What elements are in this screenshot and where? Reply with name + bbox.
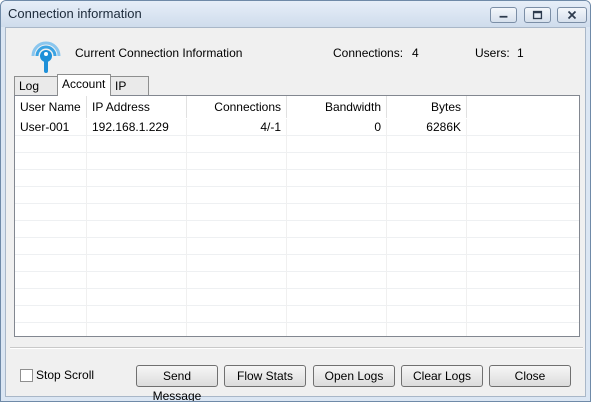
wireless-connection-icon: [31, 41, 61, 73]
cell-user-name: User-001: [15, 119, 87, 136]
column-header-connections[interactable]: Connections: [187, 96, 287, 118]
stop-scroll-checkbox[interactable]: [20, 369, 33, 382]
send-message-button[interactable]: Send Message: [136, 365, 218, 401]
empty-table-row: [15, 153, 579, 170]
connection-info-window: Connection information Current Connectio…: [0, 0, 591, 402]
empty-table-row: [15, 187, 579, 204]
maximize-icon: [532, 10, 543, 20]
account-table[interactable]: User Name IP Address Connections Bandwid…: [14, 95, 580, 337]
tab-log[interactable]: Log: [14, 76, 58, 96]
clear-logs-button[interactable]: Clear Logs: [401, 365, 483, 387]
connections-value: 4: [412, 46, 419, 60]
column-header-ip-address[interactable]: IP Address: [87, 96, 187, 118]
maximize-button[interactable]: [524, 7, 551, 23]
stop-scroll-label: Stop Scroll: [36, 368, 95, 382]
cell-bandwidth: 0: [287, 119, 387, 136]
flow-stats-button[interactable]: Flow Stats: [224, 365, 306, 387]
empty-table-row: [15, 306, 579, 323]
table-header: User Name IP Address Connections Bandwid…: [15, 96, 579, 118]
users-label: Users:: [475, 46, 510, 60]
footer-divider: [10, 347, 583, 349]
tab-ip[interactable]: IP: [110, 76, 149, 96]
window-title: Connection information: [8, 6, 142, 21]
column-header-bandwidth[interactable]: Bandwidth: [287, 96, 387, 118]
empty-table-row: [15, 272, 579, 289]
table-row[interactable]: User-001 192.168.1.229 4/-1 0 6286K: [15, 119, 579, 136]
close-icon: [567, 10, 577, 20]
open-logs-button[interactable]: Open Logs: [313, 365, 395, 387]
cell-connections: 4/-1: [187, 119, 287, 136]
empty-table-row: [15, 170, 579, 187]
empty-table-row: [15, 323, 579, 336]
tab-account[interactable]: Account: [57, 74, 111, 96]
cell-ip-address: 192.168.1.229: [87, 119, 187, 136]
client-area: Current Connection Information Connectio…: [5, 27, 586, 401]
title-bar[interactable]: Connection information: [1, 1, 590, 27]
minimize-button[interactable]: [490, 7, 517, 23]
connections-label: Connections:: [333, 46, 404, 60]
close-window-button[interactable]: [557, 7, 587, 23]
empty-table-row: [15, 204, 579, 221]
cell-bytes: 6286K: [387, 119, 467, 136]
empty-table-row: [15, 289, 579, 306]
column-header-user-name[interactable]: User Name: [15, 96, 87, 118]
users-value: 1: [517, 46, 524, 60]
close-button[interactable]: Close: [489, 365, 571, 387]
empty-table-row: [15, 255, 579, 272]
header-label: Current Connection Information: [75, 46, 243, 60]
empty-table-row: [15, 136, 579, 153]
empty-table-row: [15, 238, 579, 255]
empty-table-row: [15, 221, 579, 238]
column-header-bytes[interactable]: Bytes: [387, 96, 467, 118]
minimize-icon: [499, 15, 508, 18]
